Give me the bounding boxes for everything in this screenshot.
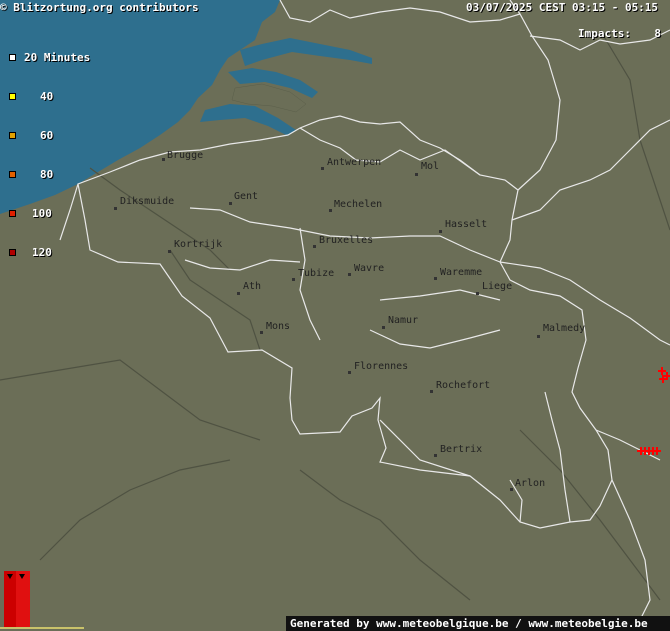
legend: 20 Minutes 40 60 80 100 120: [6, 25, 90, 285]
legend-item: 120: [6, 246, 90, 259]
city-label: Malmedy: [543, 323, 585, 334]
city-label: Bruxelles: [319, 235, 373, 246]
city-label: Diksmuide: [120, 196, 174, 207]
city-label: Mechelen: [334, 199, 382, 210]
legend-swatch: [9, 132, 16, 139]
legend-label: 20 Minutes: [24, 51, 91, 64]
city-label: Antwerpen: [327, 157, 381, 168]
legend-item: 20 Minutes: [6, 51, 90, 64]
copyright-label: © Blitzortung.org contributors: [0, 1, 199, 14]
legend-swatch: [9, 54, 16, 61]
histogram-bar: [4, 571, 16, 627]
legend-label: 60: [40, 129, 54, 142]
impacts-counter: Impacts: 8: [578, 27, 661, 40]
city-label: Liege: [482, 281, 512, 292]
impacts-value: 8: [654, 27, 661, 40]
legend-item: 60: [6, 129, 90, 142]
footer-credit: Generated by www.meteobelgique.be / www.…: [286, 616, 670, 631]
city-label: Bertrix: [440, 444, 482, 455]
city-label: Arlon: [515, 478, 545, 489]
city-label: Mons: [266, 321, 290, 332]
legend-swatch: [9, 249, 16, 256]
legend-label: 100: [32, 207, 52, 220]
legend-swatch: [9, 210, 16, 217]
lightning-map-view: Brugge Antwerpen Gent Diksmuide Mechelen…: [0, 0, 670, 631]
legend-item: 40: [6, 90, 90, 103]
legend-label: 40: [40, 90, 54, 103]
city-label: Wavre: [354, 263, 384, 274]
histogram-bar: [16, 571, 30, 627]
city-label: Mol: [421, 161, 439, 172]
city-label: Waremme: [440, 267, 482, 278]
legend-swatch: [9, 171, 16, 178]
lightning-map: Brugge Antwerpen Gent Diksmuide Mechelen…: [0, 0, 670, 631]
legend-label: 80: [40, 168, 54, 181]
time-range-label: 03/07/2025 CEST 03:15 - 05:15: [466, 1, 659, 14]
city-label: Brugge: [167, 150, 203, 161]
city-label: Gent: [234, 191, 258, 202]
city-label: Rochefort: [436, 380, 490, 391]
city-label: Namur: [388, 315, 418, 326]
impacts-label: Impacts:: [578, 27, 631, 40]
legend-swatch: [9, 93, 16, 100]
city-label: Tubize: [298, 268, 334, 279]
legend-item: 80: [6, 168, 90, 181]
city-label: Ath: [243, 281, 261, 292]
city-label: Hasselt: [445, 219, 487, 230]
city-label: Florennes: [354, 361, 408, 372]
city-label: Kortrijk: [174, 239, 222, 250]
legend-item: 100: [6, 207, 90, 220]
legend-label: 120: [32, 246, 52, 259]
